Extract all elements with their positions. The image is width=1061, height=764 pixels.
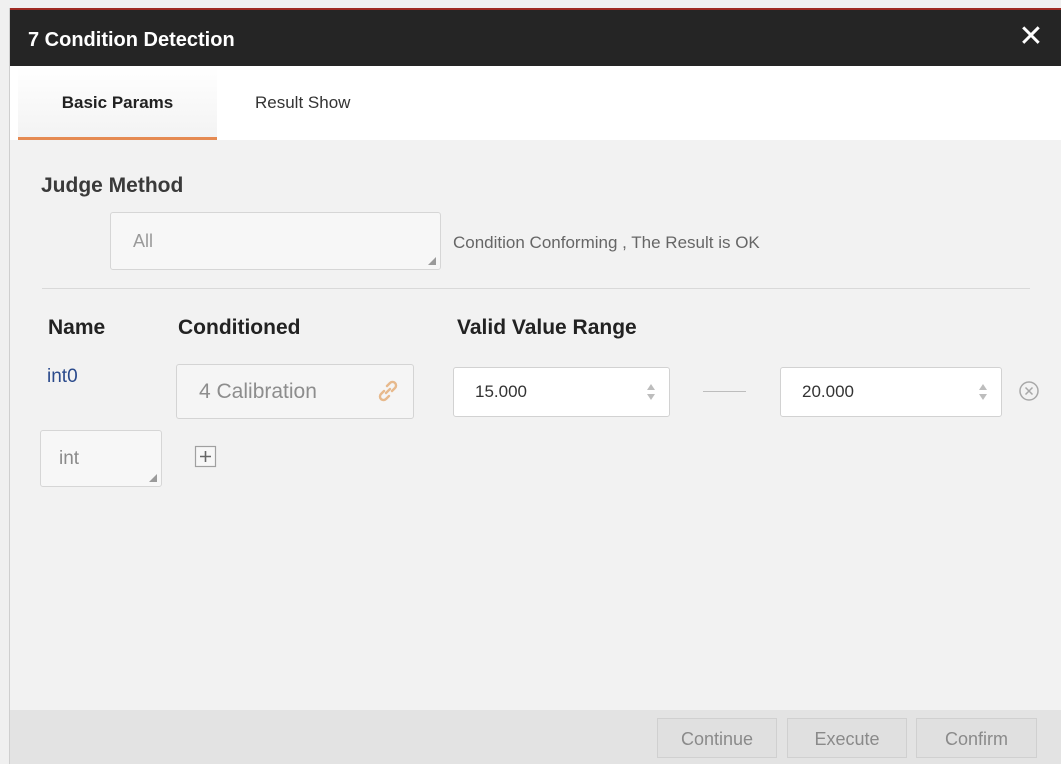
conditioned-source-value: 4 Calibration bbox=[199, 380, 317, 403]
divider bbox=[42, 288, 1030, 289]
conditioned-source-field[interactable]: 4 Calibration bbox=[176, 364, 414, 419]
basic-params-panel: Judge Method All Condition Conforming , … bbox=[10, 140, 1061, 710]
link-icon[interactable] bbox=[375, 378, 401, 404]
column-header-valid-range: Valid Value Range bbox=[457, 316, 637, 339]
condition-dialog: 7 Condition Detection ✕ Basic Params Res… bbox=[9, 8, 1061, 764]
range-min-stepper[interactable]: 15.000 bbox=[453, 367, 670, 417]
confirm-button[interactable]: Confirm bbox=[916, 718, 1037, 758]
execute-button[interactable]: Execute bbox=[787, 718, 907, 758]
title-bar: 7 Condition Detection ✕ bbox=[10, 8, 1061, 66]
tab-bar: Basic Params Result Show bbox=[10, 66, 1061, 140]
dialog-title: 7 Condition Detection bbox=[28, 29, 235, 51]
range-min-value: 15.000 bbox=[475, 382, 527, 401]
spin-arrows-icon[interactable] bbox=[977, 378, 989, 406]
close-icon[interactable]: ✕ bbox=[1016, 22, 1046, 52]
judge-method-hint: Condition Conforming , The Result is OK bbox=[453, 233, 760, 252]
column-header-conditioned: Conditioned bbox=[178, 316, 301, 339]
range-separator bbox=[703, 391, 746, 392]
add-square-icon[interactable] bbox=[194, 445, 217, 468]
dropdown-corner-icon bbox=[428, 257, 436, 265]
judge-method-select[interactable]: All bbox=[110, 212, 441, 270]
range-max-value: 20.000 bbox=[802, 382, 854, 401]
type-select[interactable]: int bbox=[40, 430, 162, 487]
spin-arrows-icon[interactable] bbox=[645, 378, 657, 406]
remove-circle-icon[interactable] bbox=[1018, 380, 1040, 402]
continue-button[interactable]: Continue bbox=[657, 718, 777, 758]
range-max-stepper[interactable]: 20.000 bbox=[780, 367, 1002, 417]
condition-name[interactable]: int0 bbox=[47, 366, 78, 388]
dropdown-corner-icon bbox=[149, 474, 157, 482]
judge-method-value: All bbox=[133, 231, 154, 251]
column-header-name: Name bbox=[48, 316, 106, 339]
dialog-footer: Continue Execute Confirm bbox=[10, 710, 1061, 764]
tab-result-show[interactable]: Result Show bbox=[255, 66, 350, 140]
judge-method-label: Judge Method bbox=[41, 174, 184, 197]
tab-basic-params[interactable]: Basic Params bbox=[18, 66, 217, 140]
type-select-value: int bbox=[59, 448, 80, 469]
